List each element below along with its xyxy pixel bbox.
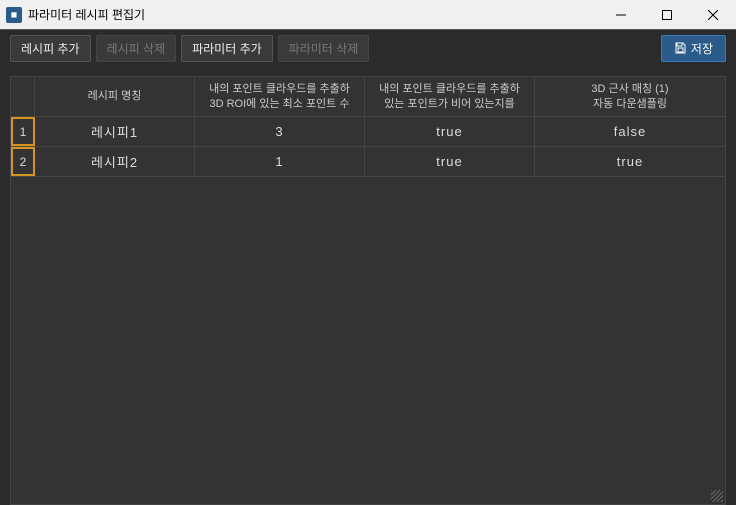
save-label: 저장 xyxy=(691,40,713,57)
delete-parameter-button[interactable]: 파라미터 삭제 xyxy=(278,35,370,62)
table-row[interactable]: 2 레시피2 1 true true xyxy=(11,147,725,177)
header-col1[interactable]: 내의 포인트 클라우드를 추출하 3D ROI에 있는 최소 포인트 수 xyxy=(195,77,365,116)
table-header: 레시피 명칭 내의 포인트 클라우드를 추출하 3D ROI에 있는 최소 포인… xyxy=(11,77,725,117)
cell-name[interactable]: 레시피1 xyxy=(35,117,195,146)
row-number[interactable]: 1 xyxy=(11,117,35,146)
table: 레시피 명칭 내의 포인트 클라우드를 추출하 3D ROI에 있는 최소 포인… xyxy=(10,76,726,505)
cell-col3[interactable]: false xyxy=(535,117,725,146)
cell-name[interactable]: 레시피2 xyxy=(35,147,195,176)
add-recipe-button[interactable]: 레시피 추가 xyxy=(10,35,91,62)
close-button[interactable] xyxy=(690,0,736,29)
delete-recipe-button[interactable]: 레시피 삭제 xyxy=(96,35,177,62)
titlebar: ◼ 파라미터 레시피 편집기 xyxy=(0,0,736,30)
app-icon: ◼ xyxy=(6,7,22,23)
add-parameter-button[interactable]: 파라미터 추가 xyxy=(181,35,273,62)
toolbar: 레시피 추가 레시피 삭제 파라미터 추가 파라미터 삭제 저장 xyxy=(0,30,736,66)
cell-col3[interactable]: true xyxy=(535,147,725,176)
save-icon xyxy=(674,42,686,54)
cell-col1[interactable]: 1 xyxy=(195,147,365,176)
cell-col2[interactable]: true xyxy=(365,117,535,146)
cell-col2[interactable]: true xyxy=(365,147,535,176)
table-area: 레시피 명칭 내의 포인트 클라우드를 추출하 3D ROI에 있는 최소 포인… xyxy=(0,66,736,505)
row-number[interactable]: 2 xyxy=(11,147,35,176)
table-row[interactable]: 1 레시피1 3 true false xyxy=(11,117,725,147)
maximize-button[interactable] xyxy=(644,0,690,29)
window-title: 파라미터 레시피 편집기 xyxy=(28,6,598,23)
header-corner[interactable] xyxy=(11,77,35,116)
cell-col1[interactable]: 3 xyxy=(195,117,365,146)
header-name[interactable]: 레시피 명칭 xyxy=(35,77,195,116)
header-col3[interactable]: 3D 근사 매칭 (1) 자동 다운샘플링 xyxy=(535,77,725,116)
save-button[interactable]: 저장 xyxy=(661,35,726,62)
header-col2[interactable]: 내의 포인트 클라우드를 추출하 있는 포인트가 비어 있는지를 xyxy=(365,77,535,116)
window-controls xyxy=(598,0,736,29)
resize-grip-icon[interactable] xyxy=(711,490,723,502)
minimize-button[interactable] xyxy=(598,0,644,29)
